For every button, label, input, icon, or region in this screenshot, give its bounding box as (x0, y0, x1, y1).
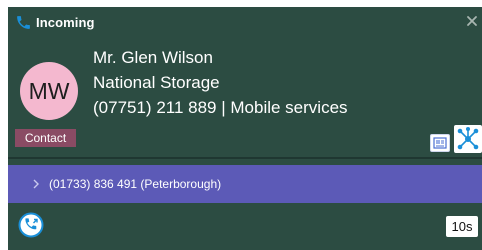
avatar: MW (20, 62, 78, 120)
chevron-right-icon (33, 179, 39, 189)
caller-phone: (07751) 211 889 | Mobile services (93, 98, 348, 117)
phone-icon (17, 16, 30, 29)
incoming-call-popup: Incoming MW Mr. Glen Wilson National Sto… (8, 7, 482, 250)
network-button[interactable] (454, 125, 482, 153)
contact-card-icon (433, 137, 447, 149)
popup-title: Incoming (36, 15, 95, 30)
caller-name: Mr. Glen Wilson (93, 48, 213, 67)
divider (8, 157, 482, 159)
called-line-text: (01733) 836 491 (Peterborough) (49, 177, 222, 191)
caller-company: National Storage (93, 73, 220, 92)
network-icon (457, 127, 479, 150)
close-icon[interactable] (466, 15, 478, 27)
contact-badge: Contact (15, 129, 76, 147)
title-bar: Incoming (8, 7, 482, 37)
called-line-row[interactable]: (01733) 836 491 (Peterborough) (8, 165, 482, 203)
call-icon[interactable] (18, 212, 44, 238)
contact-card-button[interactable] (430, 134, 450, 152)
call-timer: 10s (446, 216, 478, 237)
